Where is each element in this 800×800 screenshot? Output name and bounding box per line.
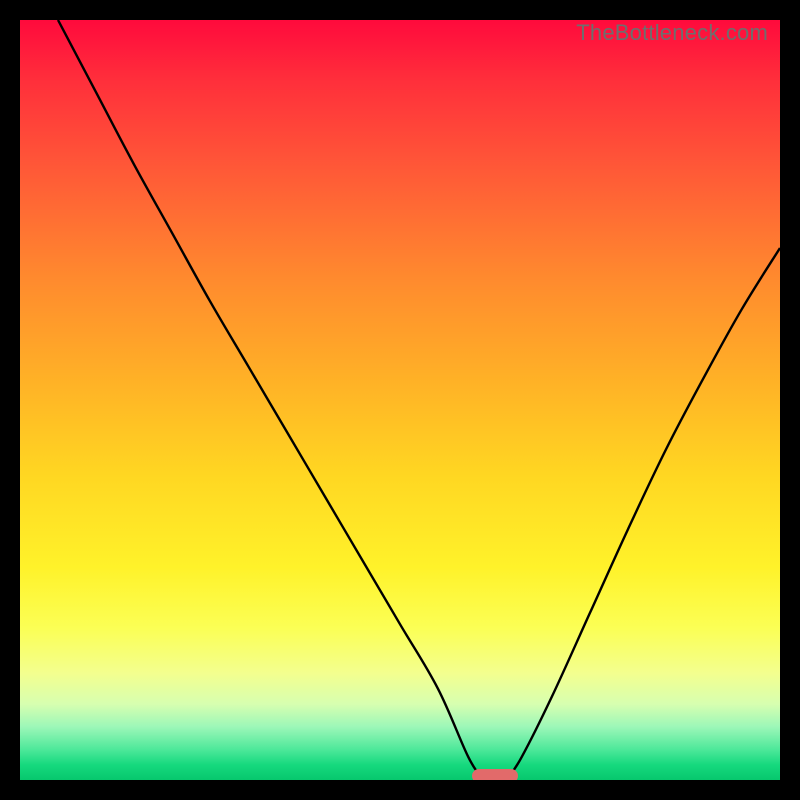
curve-right-branch	[506, 248, 780, 780]
curve-left-branch	[58, 20, 484, 780]
optimum-marker	[472, 769, 518, 780]
chart-frame: TheBottleneck.com	[10, 10, 790, 790]
bottleneck-curve	[20, 20, 780, 780]
plot-area: TheBottleneck.com	[20, 20, 780, 780]
